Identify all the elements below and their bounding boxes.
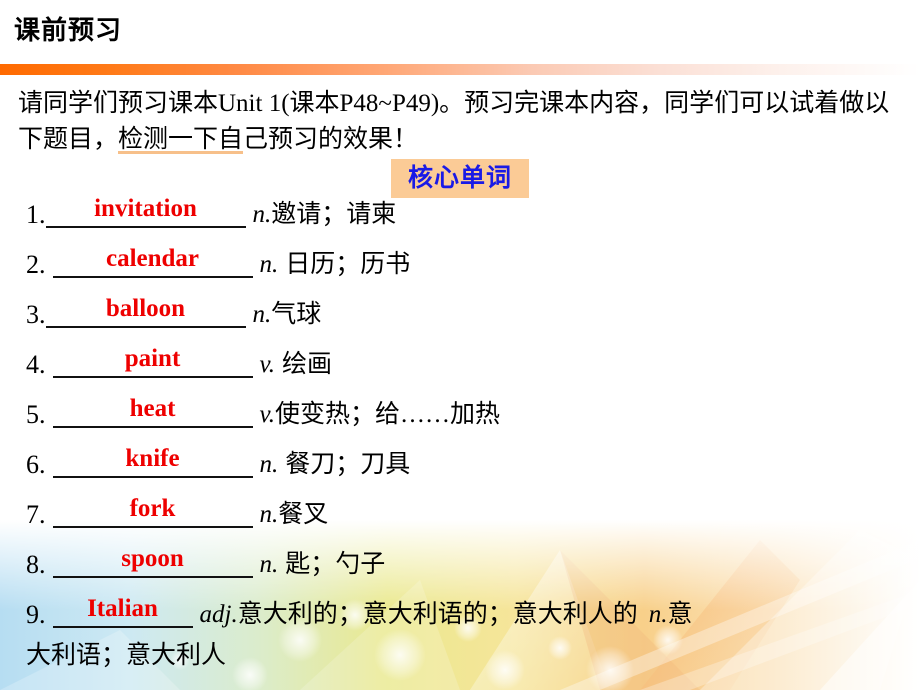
item-number: 3. [26,300,46,329]
item-number: 4. [26,350,46,379]
slide-root: 课前预习 请同学们预习课本Unit 1(课本P48~P49)。预习完课本内容，同… [0,0,920,690]
part-of-speech: n. [259,451,279,478]
vocabulary-list: 1. invitation n.邀请；请柬 2. calendar n. 日历；历书 3.… [26,195,906,648]
item-number: 2. [26,250,46,279]
part-of-speech: n. [252,301,272,328]
part-of-speech: v. [259,351,276,378]
blank-rule [52,426,253,428]
answer-blank[interactable]: calendar [52,245,253,282]
list-item: 7. fork n.餐叉 [26,495,906,548]
section-chip-row: 核心单词 [0,159,920,198]
answer-blank[interactable]: paint [52,345,253,382]
intro-line-1: 请同学们预习课本Unit 1(课本P48~P49)。预习完课本内容，同学 [18,90,715,117]
blank-rule [52,376,253,378]
answer-text: fork [129,495,176,522]
meaning-text: 邀请；请柬 [271,201,397,228]
item-number: 1. [26,200,46,229]
list-item: 8. spoon n. 匙；勺子 [26,545,906,598]
answer-blank[interactable]: Italian [52,595,193,632]
blank-rule [52,526,253,528]
answer-blank[interactable]: spoon [52,545,253,582]
part-of-speech: n. [252,201,272,228]
intro-highlighted-phrase: 检测一下自 [118,126,244,154]
blank-rule [45,226,246,228]
meaning-wrapped-continuation: 大利语；意大利人 [26,642,227,669]
list-item: 2. calendar n. 日历；历书 [26,245,906,298]
item-number: 9. [26,600,46,629]
meaning-text: 餐叉 [278,501,329,528]
answer-blank[interactable]: fork [52,495,253,532]
answer-text: calendar [105,245,200,272]
meaning-text: 气球 [271,301,322,328]
answer-blank[interactable]: heat [52,395,253,432]
part-of-speech: n. [259,251,279,278]
answer-blank[interactable]: invitation [45,195,246,232]
part-of-speech: n. [259,501,279,528]
blank-rule [52,576,253,578]
item-number: 7. [26,500,46,529]
page-title: 课前预习 [14,15,123,45]
item-number: 6. [26,450,46,479]
list-item: 6. knife n. 餐刀；刀具 [26,445,906,498]
meaning-text: 绘画 [282,351,333,378]
part-of-speech: v. [259,401,276,428]
slide-header: 课前预习 [0,0,920,76]
answer-text: knife [125,445,180,472]
list-item: 3. balloon n.气球 [26,295,906,348]
answer-text: invitation [94,195,197,222]
list-item: 1. invitation n.邀请；请柬 [26,195,906,248]
answer-text: heat [129,395,176,422]
blank-rule [52,276,253,278]
answer-text: paint [124,345,181,372]
header-gradient-rule [0,64,920,75]
part-of-speech-secondary: n. [648,601,668,628]
item-number: 8. [26,550,46,579]
answer-text: balloon [105,295,186,322]
item-number: 5. [26,400,46,429]
answer-text: spoon [121,545,184,572]
intro-paragraph: 请同学们预习课本Unit 1(课本P48~P49)。预习完课本内容，同学们可以试… [18,86,902,158]
part-of-speech: n. [259,551,279,578]
blank-rule [45,326,246,328]
section-chip-core-vocabulary: 核心单词 [390,159,529,198]
intro-line-2-suffix: 己预习的效果！ [243,126,419,153]
meaning-text: 日历；历书 [285,251,411,278]
list-item: 5. heat v.使变热；给……加热 [26,395,906,448]
answer-blank[interactable]: balloon [45,295,246,332]
meaning-text: 餐刀；刀具 [285,451,411,478]
meaning-text: 使变热；给……加热 [275,401,501,428]
list-item: 4. paint v. 绘画 [26,345,906,398]
answer-text: Italian [87,595,158,622]
blank-rule [52,476,253,478]
meaning-text: 意大利的；意大利语的；意大利人的 [237,601,638,628]
meaning-text-secondary: 意 [667,601,693,628]
meaning-text: 匙；勺子 [285,551,386,578]
blank-rule [52,626,193,628]
answer-blank[interactable]: knife [52,445,253,482]
part-of-speech: adj. [199,601,238,628]
